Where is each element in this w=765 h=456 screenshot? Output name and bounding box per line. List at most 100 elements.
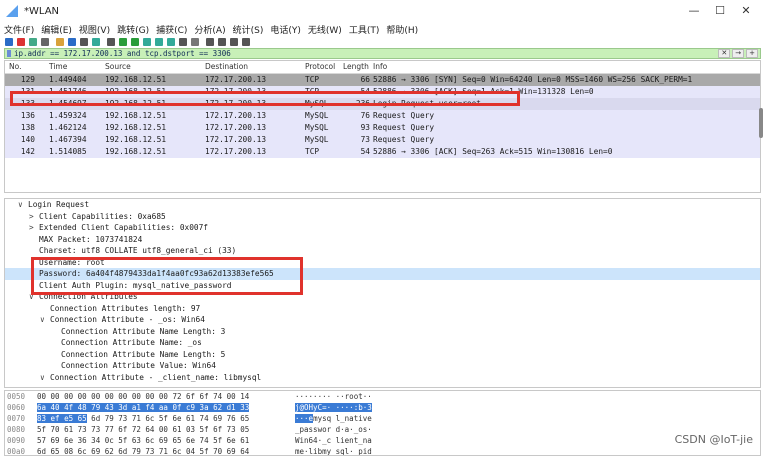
- bytes-row[interactable]: 00a0 6d 65 08 6c 69 62 6d 79 73 71 6c 04 …: [5, 446, 760, 455]
- menu-item[interactable]: 捕获(C): [156, 23, 187, 36]
- detail-row[interactable]: ∨ Login Request: [5, 199, 760, 211]
- bytes-hex-part: 6d 79 73 71 6c 5f 6e 61 74 69 76 65: [86, 414, 250, 423]
- col-header-time[interactable]: Time: [35, 61, 105, 73]
- detail-row[interactable]: Connection Attribute Name: _os: [5, 337, 760, 349]
- apply-filter-button[interactable]: →: [732, 49, 745, 58]
- detail-row[interactable]: Connection Attribute Name Length: 5: [5, 349, 760, 361]
- col-header-destination[interactable]: Destination: [205, 61, 305, 73]
- packet-row[interactable]: 129 1.449404 192.168.12.51 172.17.200.13 TCP…: [5, 74, 760, 86]
- menu-item[interactable]: 工具(T): [349, 23, 380, 36]
- maximize-button[interactable]: ☐: [707, 3, 733, 19]
- packet-row[interactable]: 133 1.454697 192.168.12.51 172.17.200.13 MyS…: [5, 98, 760, 110]
- bytes-ascii: _passwor d·a·_os·: [295, 424, 405, 435]
- packet-cell-source: 192.168.12.51: [105, 111, 167, 120]
- detail-row[interactable]: ∨ Connection Attribute - _os: Win64: [5, 314, 760, 326]
- close-file-icon[interactable]: [80, 38, 88, 46]
- bytes-row[interactable]: 0060 6a 40 4f 48 79 43 3d a1 f4 aa 0f c9 …: [5, 402, 760, 413]
- menu-item[interactable]: 跳转(G): [117, 23, 149, 36]
- menu-item[interactable]: 编辑(E): [41, 23, 72, 36]
- packet-cell-info: Login Request user=root: [373, 99, 481, 108]
- last-icon[interactable]: [167, 38, 175, 46]
- col-header-source[interactable]: Source: [105, 61, 205, 73]
- packet-row[interactable]: 136 1.459324 192.168.12.51 172.17.200.13 MyS…: [5, 110, 760, 122]
- minimize-button[interactable]: —: [681, 3, 707, 19]
- detail-row[interactable]: Connection Attribute Value: Win64: [5, 360, 760, 372]
- expand-caret-icon[interactable]: ∨: [29, 291, 39, 303]
- zoom-out-icon[interactable]: [218, 38, 226, 46]
- colorize-icon[interactable]: [191, 38, 199, 46]
- detail-row[interactable]: ∨ Connection Attributes: [5, 291, 760, 303]
- restart-icon[interactable]: [29, 38, 37, 46]
- bytes-row[interactable]: 0080 5f 70 61 73 73 77 6f 72 64 00 61 03 …: [5, 424, 760, 435]
- bytes-hex: 57 69 6e 36 34 0c 5f 63 6c 69 65 6e 74 5…: [37, 435, 295, 446]
- close-button[interactable]: ✕: [733, 3, 759, 19]
- menu-item[interactable]: 视图(V): [79, 23, 110, 36]
- packet-row[interactable]: 142 1.514085 192.168.12.51 172.17.200.13 TCP…: [5, 146, 760, 158]
- bytes-row[interactable]: 0090 57 69 6e 36 34 0c 5f 63 6c 69 65 6e …: [5, 435, 760, 446]
- zoom-in-icon[interactable]: [206, 38, 214, 46]
- col-header-protocol[interactable]: Protocol: [305, 61, 343, 73]
- menu-item[interactable]: 电话(Y): [270, 23, 301, 36]
- packet-details[interactable]: ∨ Login Request > Client Capabilities: 0xa6…: [4, 198, 761, 388]
- options-icon[interactable]: [41, 38, 49, 46]
- collapse-caret-icon[interactable]: >: [29, 222, 39, 234]
- col-header-info[interactable]: Info: [373, 61, 760, 73]
- packet-cell-time: 1.454697: [49, 99, 87, 108]
- detail-row[interactable]: Password: 6a404f4879433da1f4aa0fc93a62d1…: [5, 268, 760, 280]
- open-icon[interactable]: [56, 38, 64, 46]
- first-icon[interactable]: [155, 38, 163, 46]
- detail-row[interactable]: MAX Packet: 1073741824: [5, 234, 760, 246]
- detail-row[interactable]: Connection Attributes length: 97: [5, 303, 760, 315]
- display-filter-bar[interactable]: ip.addr == 172.17.200.13 and tcp.dstport…: [4, 48, 761, 59]
- autoscroll-icon[interactable]: [179, 38, 187, 46]
- zoom-reset-icon[interactable]: [230, 38, 238, 46]
- packet-cell-protocol: MySQL: [305, 123, 329, 132]
- save-icon[interactable]: [68, 38, 76, 46]
- menu-item[interactable]: 帮助(H): [386, 23, 418, 36]
- collapse-caret-icon[interactable]: >: [29, 211, 39, 223]
- bytes-ascii: Win64·_c lient_na: [295, 435, 405, 446]
- clear-filter-button[interactable]: ✕: [718, 49, 731, 58]
- menu-item[interactable]: 统计(S): [233, 23, 264, 36]
- main-toolbar: [0, 36, 765, 48]
- find-icon[interactable]: [107, 38, 115, 46]
- packet-cell-protocol: MySQL: [305, 135, 329, 144]
- menu-item[interactable]: 文件(F): [4, 23, 34, 36]
- col-header-no[interactable]: No.: [5, 61, 35, 73]
- bytes-row[interactable]: 0070 83 ef e5 65 6d 79 73 71 6c 5f 6e 61 …: [5, 413, 760, 424]
- detail-row[interactable]: > Client Capabilities: 0xa685: [5, 211, 760, 223]
- forward-icon[interactable]: [131, 38, 139, 46]
- bytes-offset: 0050: [7, 392, 26, 401]
- packet-bytes[interactable]: 0050 00 00 00 00 00 00 00 00 00 00 72 6f …: [4, 390, 761, 456]
- packet-list[interactable]: No. Time Source Destination Protocol Len…: [4, 60, 761, 193]
- packet-row[interactable]: 131 1.451746 192.168.12.51 172.17.200.13 TCP…: [5, 86, 760, 98]
- resize-columns-icon[interactable]: [242, 38, 250, 46]
- reload-icon[interactable]: [92, 38, 100, 46]
- detail-text: Client Capabilities: 0xa685: [39, 211, 166, 221]
- bytes-row[interactable]: 0050 00 00 00 00 00 00 00 00 00 00 72 6f …: [5, 391, 760, 402]
- detail-row[interactable]: Client Auth Plugin: mysql_native_passwor…: [5, 280, 760, 292]
- detail-row[interactable]: ∨ Connection Attribute - _client_name: li…: [5, 372, 760, 384]
- menu-item[interactable]: 无线(W): [308, 23, 342, 36]
- packet-row[interactable]: 140 1.467394 192.168.12.51 172.17.200.13 MyS…: [5, 134, 760, 146]
- detail-row[interactable]: Username: root: [5, 257, 760, 269]
- detail-row[interactable]: Connection Attribute Name Length: 3: [5, 326, 760, 338]
- packet-row[interactable]: 138 1.462124 192.168.12.51 172.17.200.13 MyS…: [5, 122, 760, 134]
- stop-icon[interactable]: [17, 38, 25, 46]
- detail-row[interactable]: Charset: utf8 COLLATE utf8_general_ci (3…: [5, 245, 760, 257]
- col-header-length[interactable]: Length: [343, 61, 373, 73]
- expand-caret-icon[interactable]: ∨: [40, 372, 50, 384]
- packet-cell-length: 66: [360, 75, 370, 84]
- menu-item[interactable]: 分析(A): [194, 23, 225, 36]
- add-filter-button[interactable]: +: [746, 49, 758, 58]
- display-filter-input[interactable]: ip.addr == 172.17.200.13 and tcp.dstport…: [14, 49, 718, 58]
- details-scrollbar[interactable]: [759, 108, 763, 138]
- detail-row[interactable]: > Extended Client Capabilities: 0x007f: [5, 222, 760, 234]
- expand-caret-icon[interactable]: ∨: [18, 199, 28, 211]
- bookmark-icon[interactable]: [7, 50, 11, 57]
- detail-text: Login Request: [28, 200, 90, 209]
- back-icon[interactable]: [119, 38, 127, 46]
- fin-icon[interactable]: [5, 38, 13, 46]
- goto-icon[interactable]: [143, 38, 151, 46]
- expand-caret-icon[interactable]: ∨: [40, 314, 50, 326]
